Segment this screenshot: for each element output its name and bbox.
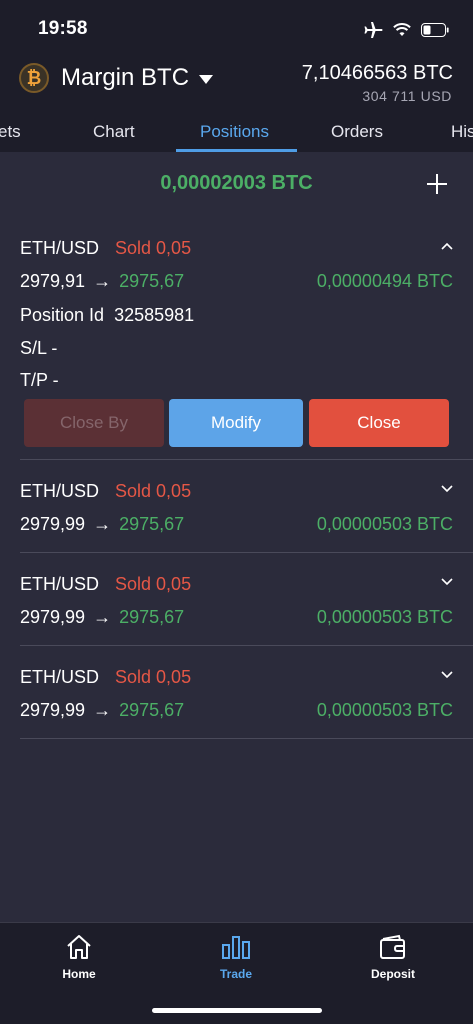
nav-home[interactable]: Home (19, 933, 139, 981)
current-price: 2975,67 (119, 514, 185, 534)
divider (20, 459, 473, 460)
current-price: 2975,67 (119, 607, 185, 627)
nav-deposit-label: Deposit (370, 967, 415, 981)
position-side: Sold 0,05 (115, 667, 192, 687)
chevron-down-icon[interactable] (441, 578, 453, 590)
tab-chart[interactable]: Chart (93, 122, 135, 142)
position-header: ETH/USD Sold 0,05 (20, 574, 191, 595)
position-header: ETH/USD Sold 0,05 (20, 481, 191, 502)
tab-history[interactable]: His (451, 122, 473, 142)
caret-down-icon (199, 74, 214, 84)
open-price: 2979,99 (20, 607, 86, 627)
position-prices: 2979,99 → 2975,67 (20, 700, 184, 721)
modify-button[interactable]: Modify (169, 399, 303, 447)
position-symbol: ETH/USD (20, 481, 100, 501)
account-selector[interactable]: ₿ Margin BTC (19, 63, 214, 93)
wallet-icon (333, 933, 453, 961)
nav-home-label: Home (62, 967, 96, 981)
account-balance-btc: 7,10466563 BTC (301, 62, 453, 84)
battery-icon (421, 23, 449, 37)
active-tab-indicator (176, 149, 297, 152)
position-id-label: Position Id (20, 305, 105, 325)
arrow: → (93, 514, 112, 534)
chevron-down-icon[interactable] (441, 485, 453, 497)
position-pnl: 0,00000503 BTC (316, 514, 453, 534)
tab-orders[interactable]: Orders (331, 122, 383, 142)
arrow: → (93, 700, 112, 720)
position-prices: 2979,91 → 2975,67 (20, 271, 184, 292)
home-icon (19, 933, 139, 961)
bitcoin-icon: ₿ (19, 63, 49, 93)
take-profit: T/P - (20, 370, 59, 390)
open-price: 2979,99 (20, 514, 86, 534)
account-name: Margin BTC (61, 64, 190, 91)
position-side: Sold 0,05 (115, 574, 192, 594)
account-balance-usd: 304 711 USD (362, 88, 452, 104)
divider (20, 552, 473, 553)
close-by-button[interactable]: Close By (24, 399, 164, 447)
position-symbol: ETH/USD (20, 574, 100, 594)
position-header: ETH/USD Sold 0,05 (20, 667, 191, 688)
arrow: → (93, 607, 112, 627)
divider (20, 738, 473, 739)
chevron-down-icon[interactable] (441, 671, 453, 683)
position-symbol: ETH/USD (20, 667, 100, 687)
current-price: 2975,67 (119, 271, 185, 291)
position-id-value: 32585981 (114, 305, 195, 325)
nav-trade-label: Trade (219, 967, 252, 981)
position-header: ETH/USD Sold 0,05 (20, 238, 191, 259)
nav-deposit[interactable]: Deposit (333, 933, 453, 981)
stop-loss: S/L - (20, 338, 58, 358)
nav-trade[interactable]: Trade (176, 933, 296, 981)
plus-icon[interactable] (423, 170, 451, 198)
airplane-icon (363, 21, 383, 39)
open-price: 2979,99 (20, 700, 86, 720)
position-prices: 2979,99 → 2975,67 (20, 607, 184, 628)
current-price: 2975,67 (119, 700, 185, 720)
position-pnl: 0,00000503 BTC (316, 700, 453, 720)
position-prices: 2979,99 → 2975,67 (20, 514, 184, 535)
chevron-up-icon[interactable] (441, 242, 453, 254)
tab-positions[interactable]: Positions (200, 122, 269, 142)
home-indicator (152, 1008, 322, 1013)
position-symbol: ETH/USD (20, 238, 100, 258)
position-side: Sold 0,05 (115, 238, 192, 258)
total-pnl: 0,00002003 BTC (160, 172, 313, 194)
position-pnl: 0,00000494 BTC (316, 271, 453, 291)
open-price: 2979,91 (20, 271, 86, 291)
arrow: → (93, 271, 112, 291)
wifi-icon (393, 23, 411, 37)
tab-markets[interactable]: ets (0, 122, 21, 142)
status-icons (363, 18, 449, 42)
status-time: 19:58 (38, 18, 88, 39)
divider (20, 645, 473, 646)
position-side: Sold 0,05 (115, 481, 192, 501)
tab-bar: ets Chart Positions Orders His (0, 112, 473, 152)
close-button[interactable]: Close (309, 399, 449, 447)
position-id-row: Position Id 32585981 (20, 305, 194, 326)
position-pnl: 0,00000503 BTC (316, 607, 453, 627)
trade-chart-icon (176, 933, 296, 961)
